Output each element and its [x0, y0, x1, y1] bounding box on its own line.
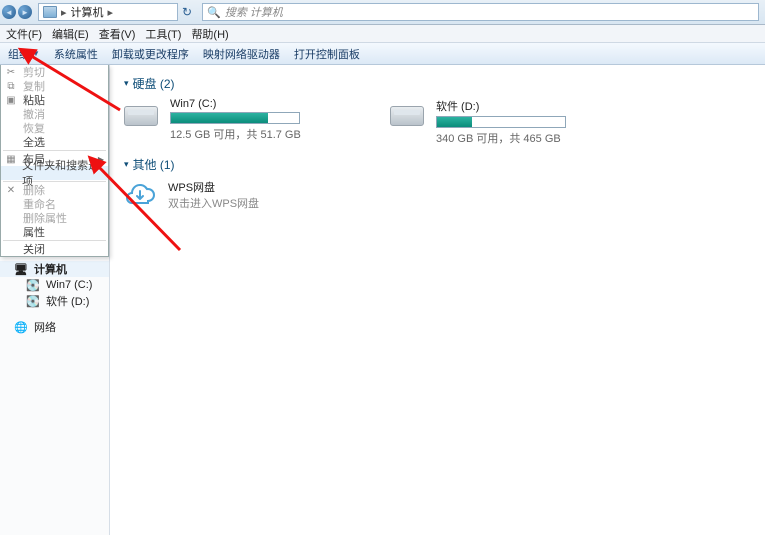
- section-header-hdd[interactable]: ▾ 硬盘 (2): [124, 75, 751, 92]
- layout-icon: ▦: [5, 154, 17, 165]
- wps-drive[interactable]: WPS网盘 双击进入WPS网盘: [168, 179, 259, 211]
- paste-icon: ▣: [5, 95, 17, 106]
- drive-icon: 💽: [26, 295, 40, 308]
- menubar: 文件(F) 编辑(E) 查看(V) 工具(T) 帮助(H): [0, 25, 765, 43]
- menu-item-close[interactable]: 关闭: [1, 242, 108, 256]
- menu-item-rename[interactable]: 重命名: [1, 197, 108, 211]
- back-button[interactable]: ◄: [2, 5, 16, 19]
- chevron-right-icon: ▸: [108, 6, 114, 19]
- hdd-icon: [124, 98, 160, 126]
- hdd-icon: [390, 98, 426, 126]
- titlebar: ◄ ► ▸ 计算机 ▸ ↻ 🔍 搜索 计算机: [0, 0, 765, 25]
- scissors-icon: ✂: [5, 67, 17, 78]
- search-icon: 🔍: [207, 6, 221, 19]
- menu-item-redo[interactable]: 恢复: [1, 121, 108, 135]
- network-icon: 🌐: [14, 321, 28, 334]
- menu-help[interactable]: 帮助(H): [187, 25, 232, 43]
- wps-sub: 双击进入WPS网盘: [168, 195, 259, 211]
- breadcrumb-label: 计算机: [71, 4, 104, 20]
- computer-icon: [43, 6, 57, 18]
- collapse-icon: ▾: [124, 78, 129, 89]
- menu-item-properties[interactable]: 属性: [1, 225, 108, 239]
- organize-label: 组织: [8, 46, 30, 62]
- drive-name: 软件 (D:): [436, 98, 620, 114]
- cloud-icon: [124, 179, 156, 211]
- drive-c[interactable]: Win7 (C:) 12.5 GB 可用，共 51.7 GB: [124, 98, 354, 146]
- drive-stat: 12.5 GB 可用，共 51.7 GB: [170, 126, 354, 142]
- organize-menu: ✂剪切 ⧉复制 ▣粘贴 撤消 恢复 全选 ▦布局▶ 文件夹和搜索选项 ✕删除 重…: [0, 65, 109, 257]
- forward-button[interactable]: ►: [18, 5, 32, 19]
- chevron-down-icon: ▼: [32, 49, 40, 58]
- organize-button[interactable]: 组织 ▼: [8, 46, 40, 62]
- collapse-icon: ▾: [124, 159, 129, 170]
- refresh-button[interactable]: ↻: [178, 3, 196, 21]
- system-properties-button[interactable]: 系统属性: [54, 46, 98, 62]
- menu-view[interactable]: 查看(V): [95, 25, 140, 43]
- nav-item-network[interactable]: 🌐网络: [0, 319, 109, 335]
- drive-stat: 340 GB 可用，共 465 GB: [436, 130, 620, 146]
- nav-item-drive-d[interactable]: 💽软件 (D:): [0, 293, 109, 309]
- drive-name: Win7 (C:): [170, 98, 354, 110]
- nav-item-computer[interactable]: 🖥计算机: [0, 261, 109, 277]
- search-placeholder: 搜索 计算机: [225, 4, 283, 20]
- drive-icon: 💽: [26, 279, 40, 292]
- wps-name: WPS网盘: [168, 179, 259, 195]
- sidebar: ✂剪切 ⧉复制 ▣粘贴 撤消 恢复 全选 ▦布局▶ 文件夹和搜索选项 ✕删除 重…: [0, 65, 110, 535]
- menu-item-select-all[interactable]: 全选: [1, 135, 108, 149]
- menu-edit[interactable]: 编辑(E): [48, 25, 93, 43]
- breadcrumb[interactable]: ▸ 计算机 ▸: [38, 3, 178, 21]
- menu-tools[interactable]: 工具(T): [141, 25, 185, 43]
- chevron-right-icon: ▸: [61, 6, 67, 19]
- copy-icon: ⧉: [5, 81, 17, 92]
- drive-d[interactable]: 软件 (D:) 340 GB 可用，共 465 GB: [390, 98, 620, 146]
- computer-icon: 🖥: [14, 263, 28, 276]
- section-header-other[interactable]: ▾ 其他 (1): [124, 156, 751, 173]
- menu-item-copy[interactable]: ⧉复制: [1, 79, 108, 93]
- menu-item-folder-options[interactable]: 文件夹和搜索选项: [1, 166, 108, 180]
- menu-item-paste[interactable]: ▣粘贴: [1, 93, 108, 107]
- menu-item-cut[interactable]: ✂剪切: [1, 65, 108, 79]
- nav-item-drive-c[interactable]: 💽Win7 (C:): [0, 277, 109, 293]
- uninstall-button[interactable]: 卸载或更改程序: [112, 46, 189, 62]
- usage-bar: [436, 116, 566, 128]
- menu-file[interactable]: 文件(F): [2, 25, 46, 43]
- content-area: ▾ 硬盘 (2) Win7 (C:) 12.5 GB 可用，共 51.7 GB …: [110, 65, 765, 535]
- menu-item-remove-props[interactable]: 删除属性: [1, 211, 108, 225]
- delete-icon: ✕: [5, 185, 17, 196]
- usage-bar: [170, 112, 300, 124]
- menu-item-undo[interactable]: 撤消: [1, 107, 108, 121]
- open-control-panel-button[interactable]: 打开控制面板: [294, 46, 360, 62]
- search-input[interactable]: 🔍 搜索 计算机: [202, 3, 759, 21]
- map-drive-button[interactable]: 映射网络驱动器: [203, 46, 280, 62]
- toolbar: 组织 ▼ 系统属性 卸载或更改程序 映射网络驱动器 打开控制面板: [0, 43, 765, 65]
